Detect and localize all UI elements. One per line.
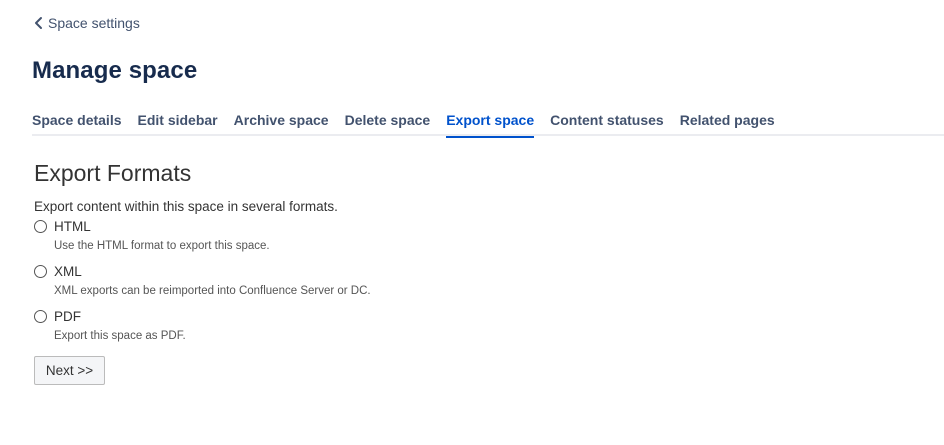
tab-related-pages[interactable]: Related pages — [680, 110, 775, 136]
export-option-xml[interactable]: XML — [34, 264, 82, 279]
chevron-left-icon — [35, 17, 42, 29]
export-option-pdf[interactable]: PDF — [34, 309, 81, 324]
tab-bar: Space details Edit sidebar Archive space… — [32, 110, 944, 138]
tab-export-space[interactable]: Export space — [446, 110, 534, 138]
page-title: Manage space — [32, 57, 198, 84]
radio-pdf[interactable] — [34, 310, 47, 323]
radio-html[interactable] — [34, 220, 47, 233]
tab-edit-sidebar[interactable]: Edit sidebar — [138, 110, 218, 136]
export-formats-heading: Export Formats — [34, 160, 192, 186]
back-link-space-settings[interactable]: Space settings — [32, 14, 140, 32]
tab-delete-space[interactable]: Delete space — [345, 110, 431, 136]
export-intro-text: Export content within this space in seve… — [34, 199, 338, 214]
option-description-xml: XML exports can be reimported into Confl… — [54, 285, 371, 297]
option-description-pdf: Export this space as PDF. — [54, 330, 186, 342]
tab-content-statuses[interactable]: Content statuses — [550, 110, 664, 136]
tab-archive-space[interactable]: Archive space — [234, 110, 329, 136]
option-label-html: HTML — [54, 219, 91, 234]
option-label-pdf: PDF — [54, 309, 81, 324]
radio-xml[interactable] — [34, 265, 47, 278]
option-description-html: Use the HTML format to export this space… — [54, 240, 270, 252]
export-option-html[interactable]: HTML — [34, 219, 91, 234]
tab-space-details[interactable]: Space details — [32, 110, 122, 136]
option-label-xml: XML — [54, 264, 82, 279]
next-button[interactable]: Next >> — [34, 356, 105, 385]
back-link-label: Space settings — [48, 15, 140, 31]
